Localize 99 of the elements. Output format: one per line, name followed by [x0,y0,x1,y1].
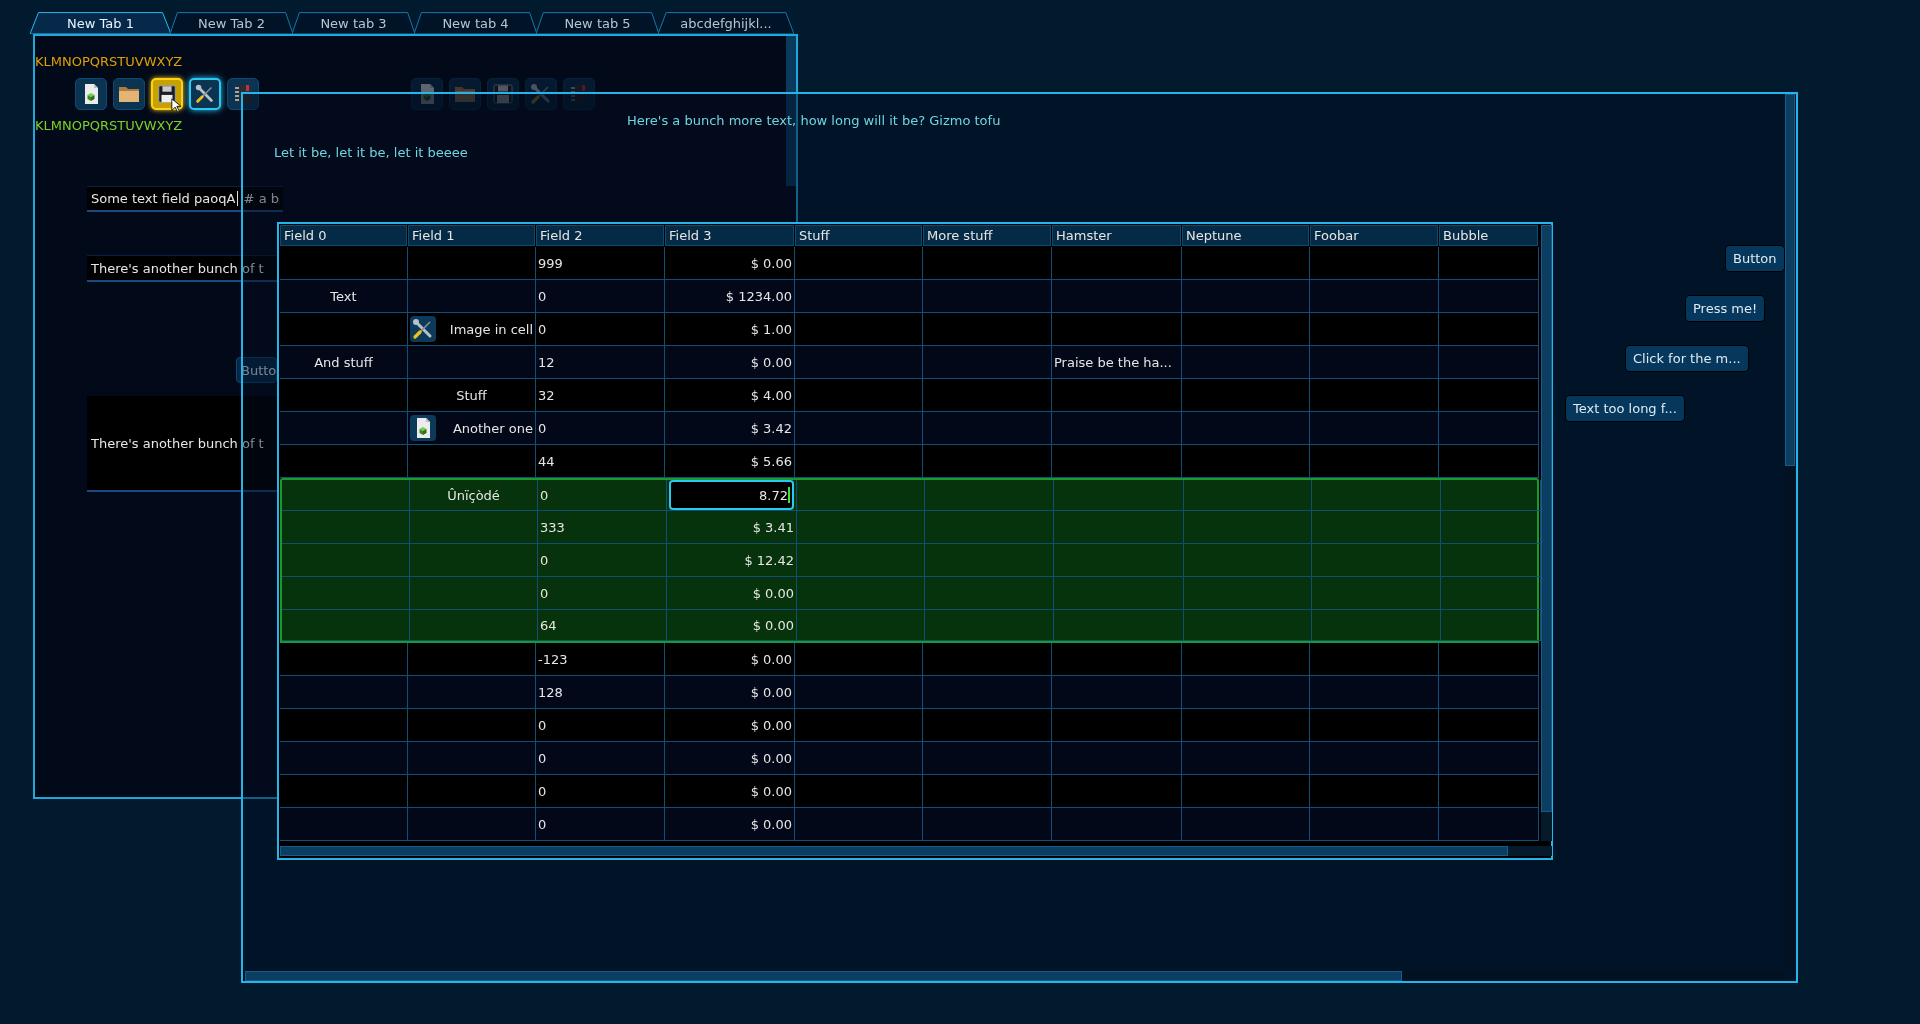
cell-text: 0 [540,585,549,601]
scrollbar[interactable] [245,971,1785,981]
table-row[interactable]: 0 $ 0.00 [280,808,1539,841]
column-header[interactable]: Foobar [1310,225,1438,246]
button[interactable]: Press me! [1685,295,1766,322]
cell-editor[interactable]: 8.72 [669,480,794,510]
tab[interactable]: abcdefghijkl... [658,12,794,34]
tab[interactable]: New Tab 1 [30,12,171,34]
tab[interactable]: New Tab 2 [170,12,293,34]
cell-text: 0 [538,288,547,304]
cell-text: $ 3.42 [750,420,792,436]
button[interactable]: Text too long f... [1565,395,1685,422]
cell-text: Image in cell [449,321,533,337]
mouse-pointer-icon [171,98,181,113]
cell-text: $ 12.42 [744,552,794,568]
cell-text: 0 [538,321,547,337]
cell-text: 64 [540,617,557,633]
cell-text: $ 0.00 [750,717,792,733]
heading-text: Here's a bunch more text, how long will it be? Gizmo tofu [627,114,1001,128]
scrollbar[interactable] [1785,94,1795,970]
scrollbar[interactable] [280,846,1552,856]
cell-text: Ûnïçòdé [447,487,500,503]
cell-text: $ 1234.00 [725,288,792,304]
cell-text: 0 [540,552,549,568]
column-header[interactable]: More stuff [923,225,1051,246]
column-header[interactable]: Bubble [1439,225,1538,246]
table-row[interactable]: 44 $ 5.66 [280,445,1539,478]
cell-text: $ 0.00 [750,354,792,370]
table-row[interactable]: 128 $ 0.00 [280,676,1539,709]
cell-text: $ 0.00 [750,783,792,799]
cell-text: $ 0.00 [750,750,792,766]
column-header[interactable]: Field 2 [536,225,664,246]
column-header[interactable]: Field 1 [408,225,535,246]
cell-text: $ 0.00 [750,651,792,667]
table-row[interactable]: And stuff 12 $ 0.00 Praise be the ha... [280,346,1539,379]
cell-text: $ 0.00 [752,617,794,633]
cell-text: 0 [540,487,549,503]
column-header[interactable]: Neptune [1182,225,1309,246]
cell-text: -123 [538,651,568,667]
cell-text: 0 [538,750,547,766]
cell-text: 0 [538,816,547,832]
cell-text: 0 [538,783,547,799]
text-field[interactable]: Some text field paoqA # a b [87,186,283,212]
cell-text: 0 [538,420,547,436]
cell-text: $ 0.00 [750,255,792,271]
cell-text: $ 3.41 [752,519,794,535]
button[interactable]: Click for the m... [1625,345,1749,372]
table-row[interactable]: 64 $ 0.00 [280,610,1539,643]
cell-text: Praise be the ha... [1054,354,1172,370]
cell-text: $ 4.00 [750,387,792,403]
table-row[interactable]: Text 0 $ 1234.00 [280,280,1539,313]
table-row[interactable]: Image in cell 0 $ 1.00 [280,313,1539,346]
table-row[interactable]: 999 $ 0.00 [280,247,1539,280]
cell-text: $ 0.00 [750,816,792,832]
cell-text: Stuff [456,387,487,403]
cell-text: $ 5.66 [750,453,792,469]
table-row[interactable]: 0 $ 0.00 [280,775,1539,808]
toolbar-button[interactable] [113,78,145,110]
table-row[interactable]: 0 $ 0.00 [280,709,1539,742]
cell-text: $ 1.00 [750,321,792,337]
cell-text: Another one [452,420,533,436]
tools-icon [194,82,216,106]
cell-text: 32 [538,387,555,403]
tab[interactable]: New tab 3 [292,12,415,34]
text-field[interactable]: There's another bunch of t [87,255,277,282]
cell-text: 128 [538,684,563,700]
tab[interactable]: New tab 4 [414,12,537,34]
cell-text: 333 [540,519,565,535]
column-header[interactable]: Field 0 [280,225,407,246]
toolbar-button[interactable] [189,78,221,110]
column-header[interactable]: Hamster [1052,225,1181,246]
alphabet-label: KLMNOPQRSTUVWXYZ [35,55,183,68]
cell-text: And stuff [314,354,373,370]
table-row[interactable]: -123 $ 0.00 [280,643,1539,676]
cell-text: 0 [538,717,547,733]
cell-text: Text [330,288,357,304]
toolbar-button[interactable] [227,78,259,110]
table-row[interactable]: Ûnïçòdé 0 8.72 [280,478,1539,511]
toolbar-button[interactable] [75,78,107,110]
column-header[interactable]: Stuff [795,225,922,246]
floppy-icon [156,82,178,106]
scrollbar[interactable] [1541,225,1552,841]
table-row[interactable]: 0 $ 0.00 [280,577,1539,610]
column-header[interactable]: Field 3 [665,225,794,246]
table-row[interactable]: 0 $ 0.00 [280,742,1539,775]
cell-text: 44 [538,453,555,469]
table-row[interactable]: 333 $ 3.41 [280,511,1539,544]
cell-text: $ 0.00 [752,585,794,601]
caption-text: Let it be, let it be, let it beeee [274,146,468,160]
table-row[interactable]: 0 $ 12.42 [280,544,1539,577]
tab[interactable]: New tab 5 [536,12,659,34]
cell-text: $ 0.00 [750,684,792,700]
table-row[interactable]: Another one 0 $ 3.42 [280,412,1539,445]
text-area[interactable]: There's another bunch of t [87,396,277,492]
table-row[interactable]: Stuff 32 $ 4.00 [280,379,1539,412]
cell-text: 12 [538,354,555,370]
cell-text: 999 [538,255,563,271]
button[interactable]: Button [1725,245,1785,272]
alphabet-label: KLMNOPQRSTUVWXYZ [35,119,183,132]
